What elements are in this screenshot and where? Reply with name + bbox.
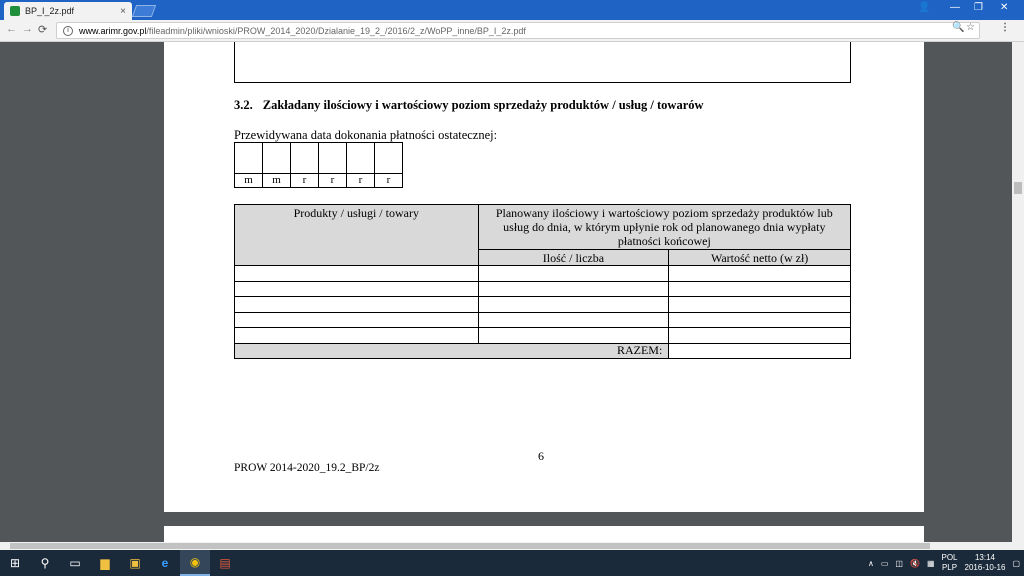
date-field-label: r	[318, 173, 347, 188]
menu-icon[interactable]: ⋮	[1000, 22, 1010, 33]
start-windows-icon[interactable]: ⊞	[0, 550, 30, 576]
browser-toolbar: ← → ⟳ i www.arimr.gov.pl/fileadmin/pliki…	[0, 20, 1024, 42]
taskbar: ⊞ ⚲ ▭ ▆ ▣ e ◉ ▤ ∧ ▭ ◫ 🔇 ▦ POL PLP 13:14 …	[0, 550, 1024, 576]
table-cell[interactable]	[668, 265, 851, 282]
address-bar[interactable]: i www.arimr.gov.pl/fileadmin/pliki/wnios…	[56, 22, 980, 39]
pdf-favicon-icon	[10, 6, 20, 16]
date-field-label: m	[262, 173, 291, 188]
vertical-scrollbar[interactable]	[1012, 42, 1024, 542]
task-view-icon[interactable]: ▭	[60, 550, 90, 576]
network-icon[interactable]: ◫	[895, 559, 903, 568]
tab-close-icon[interactable]: ×	[120, 6, 126, 17]
section-number: 3.2.	[234, 98, 253, 112]
table-row	[234, 296, 851, 313]
section-title: Zakładany ilościowy i wartościowy poziom…	[262, 98, 704, 112]
notification-icon[interactable]: ▦	[927, 559, 935, 568]
net-value-header: Wartość netto (w zł)	[668, 249, 851, 266]
language-code: POL	[941, 553, 958, 562]
info-icon[interactable]: i	[63, 25, 73, 36]
section-heading: 3.2. Zakładany ilościowy i wartościowy po…	[234, 98, 704, 113]
reload-button[interactable]: ⟳	[38, 23, 47, 36]
pdf-app-icon[interactable]: ▤	[210, 550, 240, 576]
forward-button[interactable]: →	[22, 23, 33, 35]
vertical-scroll-thumb[interactable]	[1014, 182, 1022, 194]
tab-strip: BP_I_2z.pdf × 👤 — ❐ ✕	[0, 0, 1024, 20]
speaker-mute-icon[interactable]: 🔇	[910, 559, 920, 568]
table-cell[interactable]	[668, 280, 851, 297]
chevron-up-icon[interactable]: ∧	[868, 559, 874, 568]
next-pdf-page	[164, 526, 924, 542]
tab-pdf[interactable]: BP_I_2z.pdf ×	[4, 2, 132, 20]
pdf-viewer[interactable]: 3.2. Zakładany ilościowy i wartościowy po…	[0, 42, 1012, 542]
previous-section-box	[234, 42, 851, 83]
tab-title: BP_I_2z.pdf	[25, 6, 75, 16]
search-icon[interactable]: ⚲	[30, 550, 60, 576]
table-cell[interactable]	[234, 280, 479, 297]
table-cell[interactable]	[668, 327, 851, 344]
date-cell[interactable]	[374, 142, 403, 174]
date-label: Przewidywana data dokonania płatności os…	[234, 128, 498, 142]
bookmark-star-icon[interactable]: ☆	[966, 22, 975, 33]
close-window-button[interactable]: ✕	[1000, 2, 1008, 13]
clock-date: 2016-10-16	[964, 563, 1006, 572]
new-tab-button[interactable]	[131, 5, 157, 17]
date-cell[interactable]	[262, 142, 291, 174]
table-cell[interactable]	[477, 311, 670, 328]
date-cell[interactable]	[346, 142, 375, 174]
table-cell[interactable]	[234, 265, 479, 282]
profile-icon[interactable]: 👤	[918, 2, 930, 13]
table-cell[interactable]	[668, 311, 851, 328]
sales-table: Produkty / usługi / towary Planowany ilo…	[233, 204, 852, 359]
pdf-page: 3.2. Zakładany ilościowy i wartościowy po…	[164, 42, 924, 512]
battery-icon[interactable]: ▭	[881, 559, 889, 568]
table-row	[234, 311, 851, 328]
total-label: RAZEM:	[233, 342, 670, 359]
table-row	[234, 265, 851, 282]
url-path: /fileadmin/pliki/wnioski/PROW_2014_2020/…	[146, 25, 526, 36]
clock-time: 13:14	[974, 553, 995, 562]
date-field-label: r	[290, 173, 319, 188]
maximize-button[interactable]: ❐	[974, 2, 983, 13]
date-field-label: r	[374, 173, 403, 188]
table-row	[234, 280, 851, 297]
file-explorer-icon[interactable]: ▆	[90, 550, 120, 576]
date-cell[interactable]	[290, 142, 319, 174]
table-cell[interactable]	[234, 311, 479, 328]
date-input-grid: m m r r r r	[234, 142, 403, 188]
system-tray: ∧ ▭ ◫ 🔇 ▦ POL PLP 13:14 2016-10-16 ▢	[868, 550, 1020, 576]
date-cell[interactable]	[234, 142, 263, 174]
zoom-icon[interactable]: 🔍	[952, 22, 964, 33]
table-cell[interactable]	[477, 265, 670, 282]
back-button[interactable]: ←	[6, 23, 17, 35]
action-center-icon[interactable]: ▢	[1012, 559, 1020, 568]
table-cell[interactable]	[477, 280, 670, 297]
language-indicator[interactable]: POL PLP	[942, 553, 958, 573]
table-row	[234, 327, 851, 344]
horizontal-scrollbar[interactable]	[0, 542, 1024, 550]
date-cell[interactable]	[318, 142, 347, 174]
table-cell[interactable]	[477, 327, 670, 344]
quantity-header: Ilość / liczba	[477, 249, 670, 266]
date-field-label: m	[234, 173, 263, 188]
total-value-cell[interactable]	[668, 342, 851, 359]
chrome-icon[interactable]: ◉	[180, 550, 210, 576]
minimize-button[interactable]: —	[950, 2, 960, 13]
horizontal-scroll-thumb[interactable]	[10, 543, 930, 549]
clock[interactable]: 13:14 2016-10-16	[965, 553, 1006, 573]
sticky-notes-icon[interactable]: ▣	[120, 550, 150, 576]
keyboard-layout: PLP	[941, 563, 958, 572]
page-number: 6	[538, 449, 544, 463]
page-footer: PROW 2014-2020_19.2_BP/2z	[234, 462, 380, 474]
edge-icon[interactable]: e	[150, 550, 180, 576]
table-cell[interactable]	[477, 296, 670, 313]
table-cell[interactable]	[668, 296, 851, 313]
date-field-label: r	[346, 173, 375, 188]
products-header: Produkty / usługi / towary	[234, 204, 479, 266]
planned-level-header: Planowany ilościowy i wartościowy poziom…	[477, 204, 852, 250]
table-cell[interactable]	[234, 327, 479, 344]
table-cell[interactable]	[234, 296, 479, 313]
url-host: www.arimr.gov.pl	[79, 25, 147, 36]
